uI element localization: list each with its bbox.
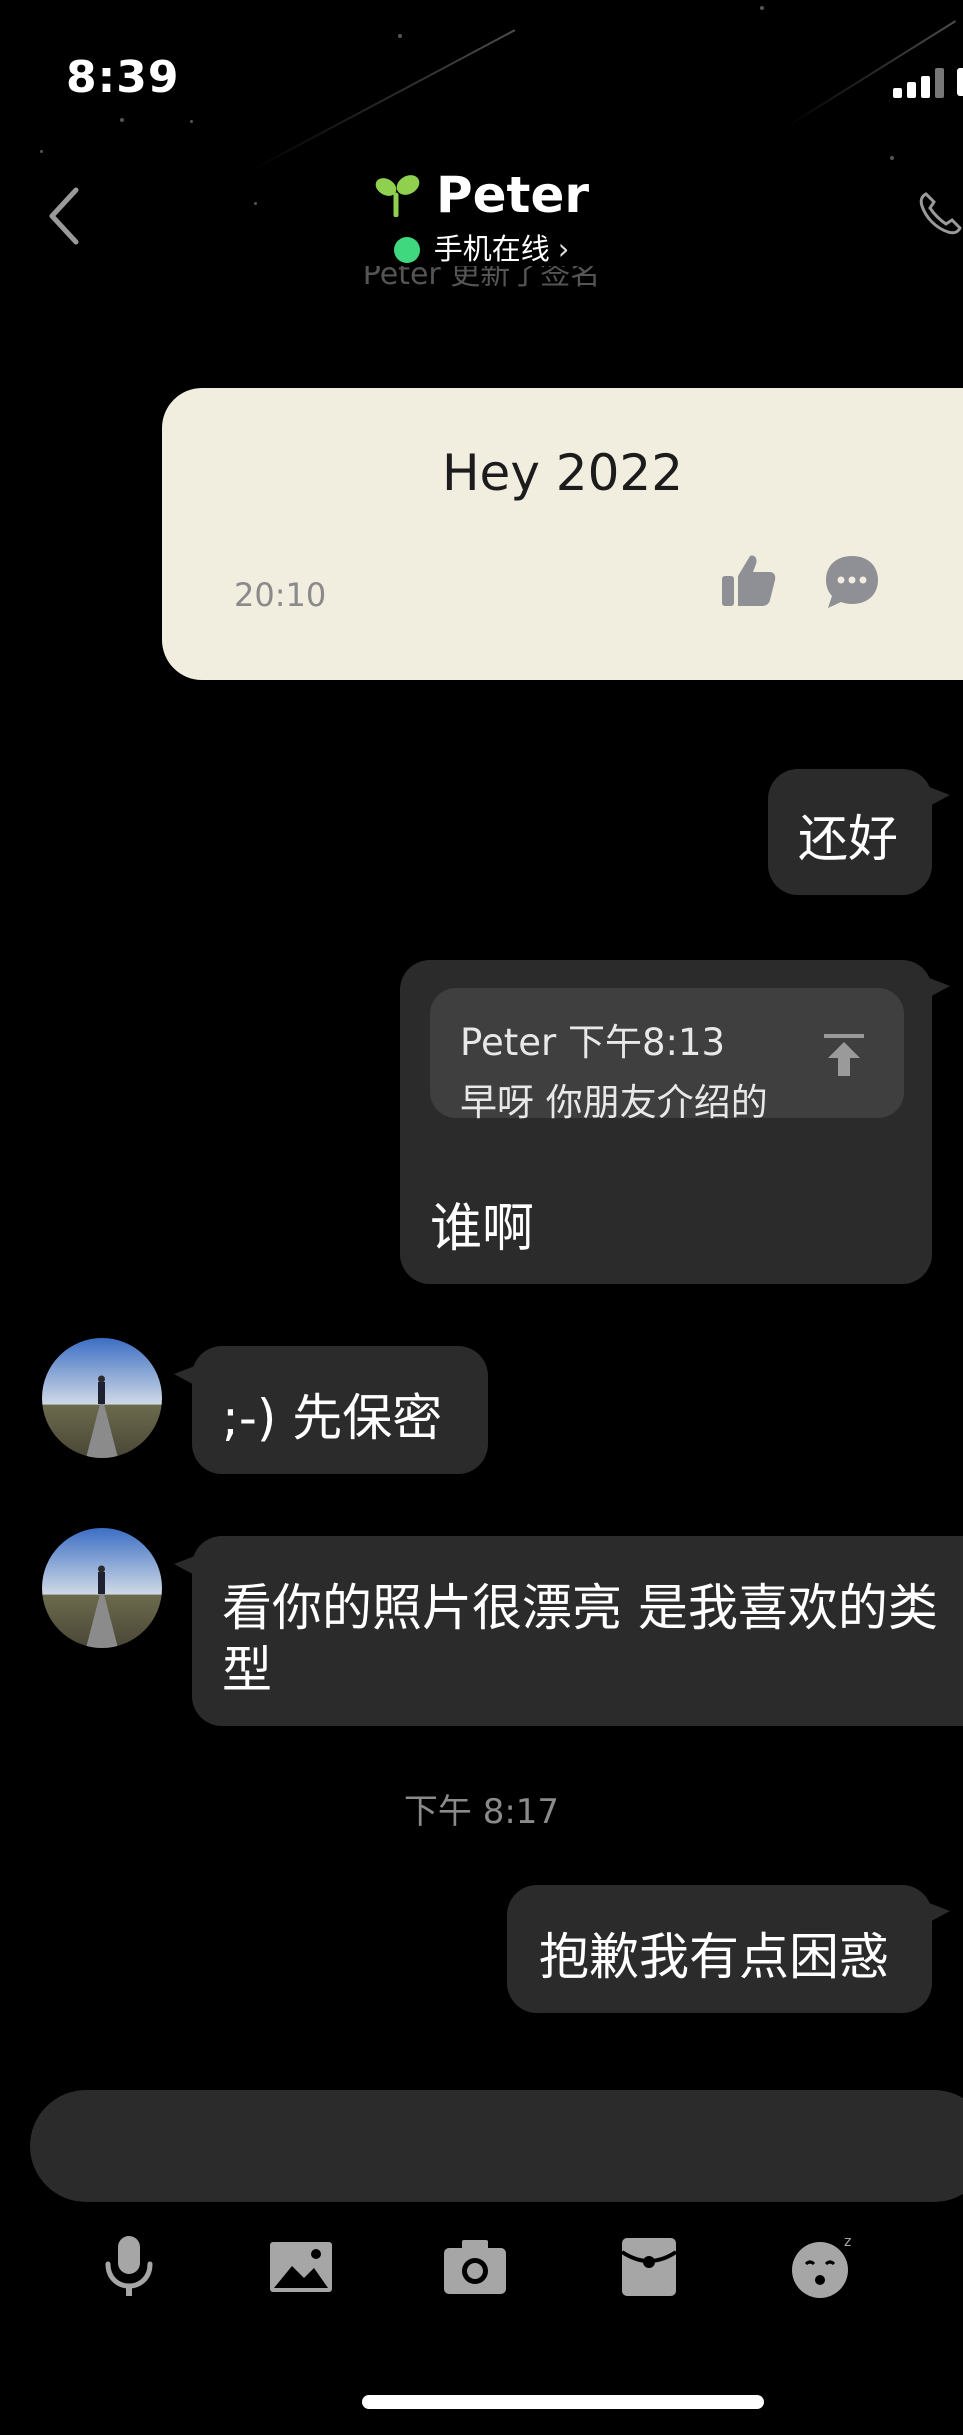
chat-header[interactable]: Peter [0, 166, 963, 224]
incoming-message-bubble[interactable]: 看你的照片很漂亮 是我喜欢的类 型 [174, 1536, 963, 1726]
signal-strength-icon [893, 66, 953, 98]
message-text: 谁啊 [430, 1199, 535, 1259]
signature-text: Hey 2022 [441, 444, 684, 502]
avatar[interactable] [42, 1338, 162, 1458]
chevron-right-icon: › [557, 232, 570, 266]
star-decoration [40, 150, 43, 153]
incoming-message-bubble[interactable]: ;-) 先保密 [174, 1346, 488, 1474]
message-text-line-2: 型 [222, 1641, 272, 1699]
phone-icon[interactable] [916, 190, 963, 238]
svg-text:z: z [844, 2234, 851, 2250]
online-status[interactable]: 手机在线 › [0, 226, 963, 268]
outgoing-message-bubble[interactable]: 还好 [768, 769, 950, 895]
sprout-icon [375, 175, 420, 217]
star-decoration [190, 120, 193, 123]
red-packet-icon[interactable] [614, 2232, 684, 2302]
star-decoration [120, 118, 124, 122]
online-status-label: 手机在线 [433, 232, 550, 266]
message-text: 抱歉我有点困惑 [539, 1928, 889, 1986]
status-bar-time: 8:39 [66, 52, 180, 103]
quoted-message-text: 早呀 你朋友介绍的 [460, 1081, 768, 1124]
contact-name: Peter [435, 166, 590, 224]
thumbs-up-icon[interactable] [718, 550, 778, 610]
quoted-message[interactable]: Peter 下午8:13 早呀 你朋友介绍的 [430, 988, 904, 1124]
online-dot-icon [393, 237, 420, 263]
quoted-message-header: Peter 下午8:13 [460, 1021, 726, 1064]
battery-icon [957, 68, 963, 96]
star-decoration [398, 34, 402, 38]
emoji-icon[interactable]: z [788, 2232, 858, 2302]
signature-time: 20:10 [234, 576, 327, 614]
message-text: ;-) 先保密 [222, 1389, 443, 1447]
signature-update-notice: Peter 更新了签名 [362, 266, 601, 292]
message-input[interactable] [30, 2090, 963, 2202]
message-timestamp: 下午 8:17 [403, 1792, 560, 1832]
shooting-star-decoration [249, 29, 516, 172]
outgoing-message-bubble[interactable]: 抱歉我有点困惑 [507, 1885, 950, 2013]
signature-card[interactable]: Hey 2022 20:10 [162, 388, 963, 680]
outgoing-reply-bubble[interactable]: Peter 下午8:13 早呀 你朋友介绍的 谁啊 [400, 960, 950, 1284]
star-decoration [890, 156, 894, 160]
image-icon[interactable] [266, 2232, 336, 2302]
message-text: 还好 [798, 810, 898, 868]
comment-icon[interactable] [822, 552, 882, 612]
avatar[interactable] [42, 1528, 162, 1648]
jump-to-top-icon[interactable] [822, 1032, 866, 1078]
camera-icon[interactable] [440, 2232, 510, 2302]
home-indicator[interactable] [362, 2395, 764, 2409]
chat-screen: 8:39 Peter 手机在线 › Peter 更新了签名 Hey 2022 20… [0, 0, 963, 2435]
message-text-line-1: 看你的照片很漂亮 是我喜欢的类 [222, 1579, 938, 1637]
star-decoration [760, 6, 764, 10]
microphone-icon[interactable] [94, 2232, 164, 2302]
